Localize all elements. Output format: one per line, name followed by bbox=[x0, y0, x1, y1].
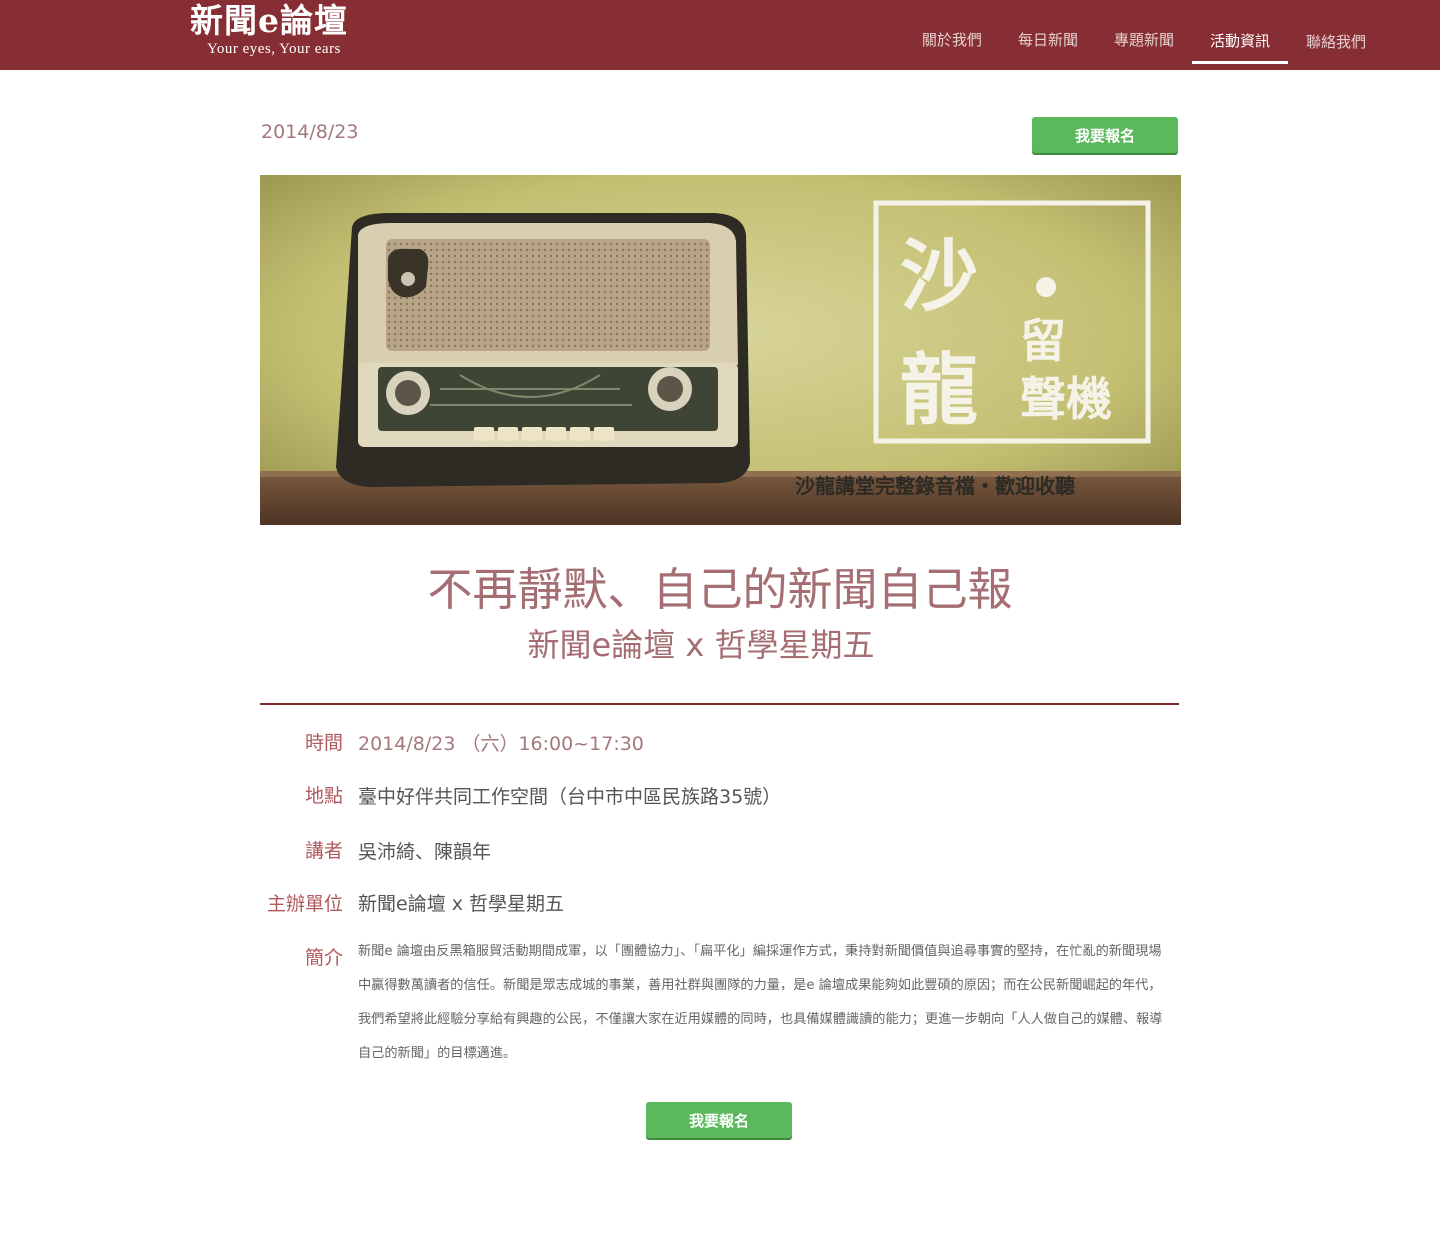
banner-dot bbox=[1036, 277, 1056, 297]
main-nav: 關於我們 每日新聞 專題新聞 活動資訊 聯絡我們 bbox=[904, 0, 1384, 70]
intro-label: 簡介 bbox=[304, 947, 343, 969]
nav-item-events[interactable]: 活動資訊 bbox=[1191, 0, 1288, 70]
nav-item-feature-news[interactable]: 專題新聞 bbox=[1096, 0, 1192, 70]
register-button-bottom[interactable]: 我要報名 bbox=[646, 1102, 792, 1138]
banner-caption: 沙龍講堂完整錄音檔・歡迎收聽 bbox=[795, 474, 1075, 498]
nav-item-about[interactable]: 關於我們 bbox=[904, 0, 1000, 70]
event-title: 不再靜默、自己的新聞自己報 bbox=[427, 563, 1013, 616]
logo-title: 新聞e論壇 bbox=[190, 1, 348, 40]
site-header: 新聞e論壇 Your eyes, Your ears 關於我們 每日新聞 專題新… bbox=[0, 0, 1440, 70]
place-value: 臺中好伴共同工作空間（台中市中區民族路35號） bbox=[358, 786, 782, 808]
place-label: 地點 bbox=[304, 785, 343, 807]
event-date: 2014/8/23 bbox=[261, 121, 359, 143]
event-banner-image: 沙 龍 留 聲機 沙龍講堂完整錄音檔・歡迎收聽 bbox=[260, 175, 1181, 525]
section-divider bbox=[260, 703, 1179, 705]
banner-title-small-1: 留 bbox=[1020, 314, 1066, 368]
radio-illustration: 沙 龍 留 聲機 沙龍講堂完整錄音檔・歡迎收聽 bbox=[260, 175, 1181, 525]
nav-item-contact[interactable]: 聯絡我們 bbox=[1288, 0, 1384, 70]
time-value: 2014/8/23 （六）16:00~17:30 bbox=[358, 733, 644, 755]
intro-text: 新聞e 論壇由反黑箱服貿活動期間成軍，以「團體協力」、「扁平化」編採運作方式，秉… bbox=[358, 944, 1163, 1061]
register-button-top[interactable]: 我要報名 bbox=[1032, 117, 1178, 153]
organizer-label: 主辦單位 bbox=[266, 893, 343, 915]
nav-item-events-label: 活動資訊 bbox=[1209, 32, 1270, 50]
banner-title-big-2: 龍 bbox=[900, 346, 978, 436]
active-nav-indicator bbox=[1191, 61, 1288, 64]
nav-item-daily-news[interactable]: 每日新聞 bbox=[1000, 0, 1096, 70]
speaker-value: 吳沛綺、陳韻年 bbox=[358, 841, 492, 863]
speaker-label: 講者 bbox=[304, 840, 343, 862]
event-subtitle: 新聞e論壇 x 哲學星期五 bbox=[527, 626, 875, 664]
time-label: 時間 bbox=[304, 732, 343, 754]
organizer-value: 新聞e論壇 x 哲學星期五 bbox=[358, 893, 565, 915]
banner-title-big-1: 沙 bbox=[900, 232, 978, 322]
banner-title-small-2: 聲機 bbox=[1020, 372, 1112, 426]
logo-slogan: Your eyes, Your ears bbox=[207, 41, 341, 57]
site-logo[interactable]: 新聞e論壇 Your eyes, Your ears bbox=[190, 2, 348, 58]
